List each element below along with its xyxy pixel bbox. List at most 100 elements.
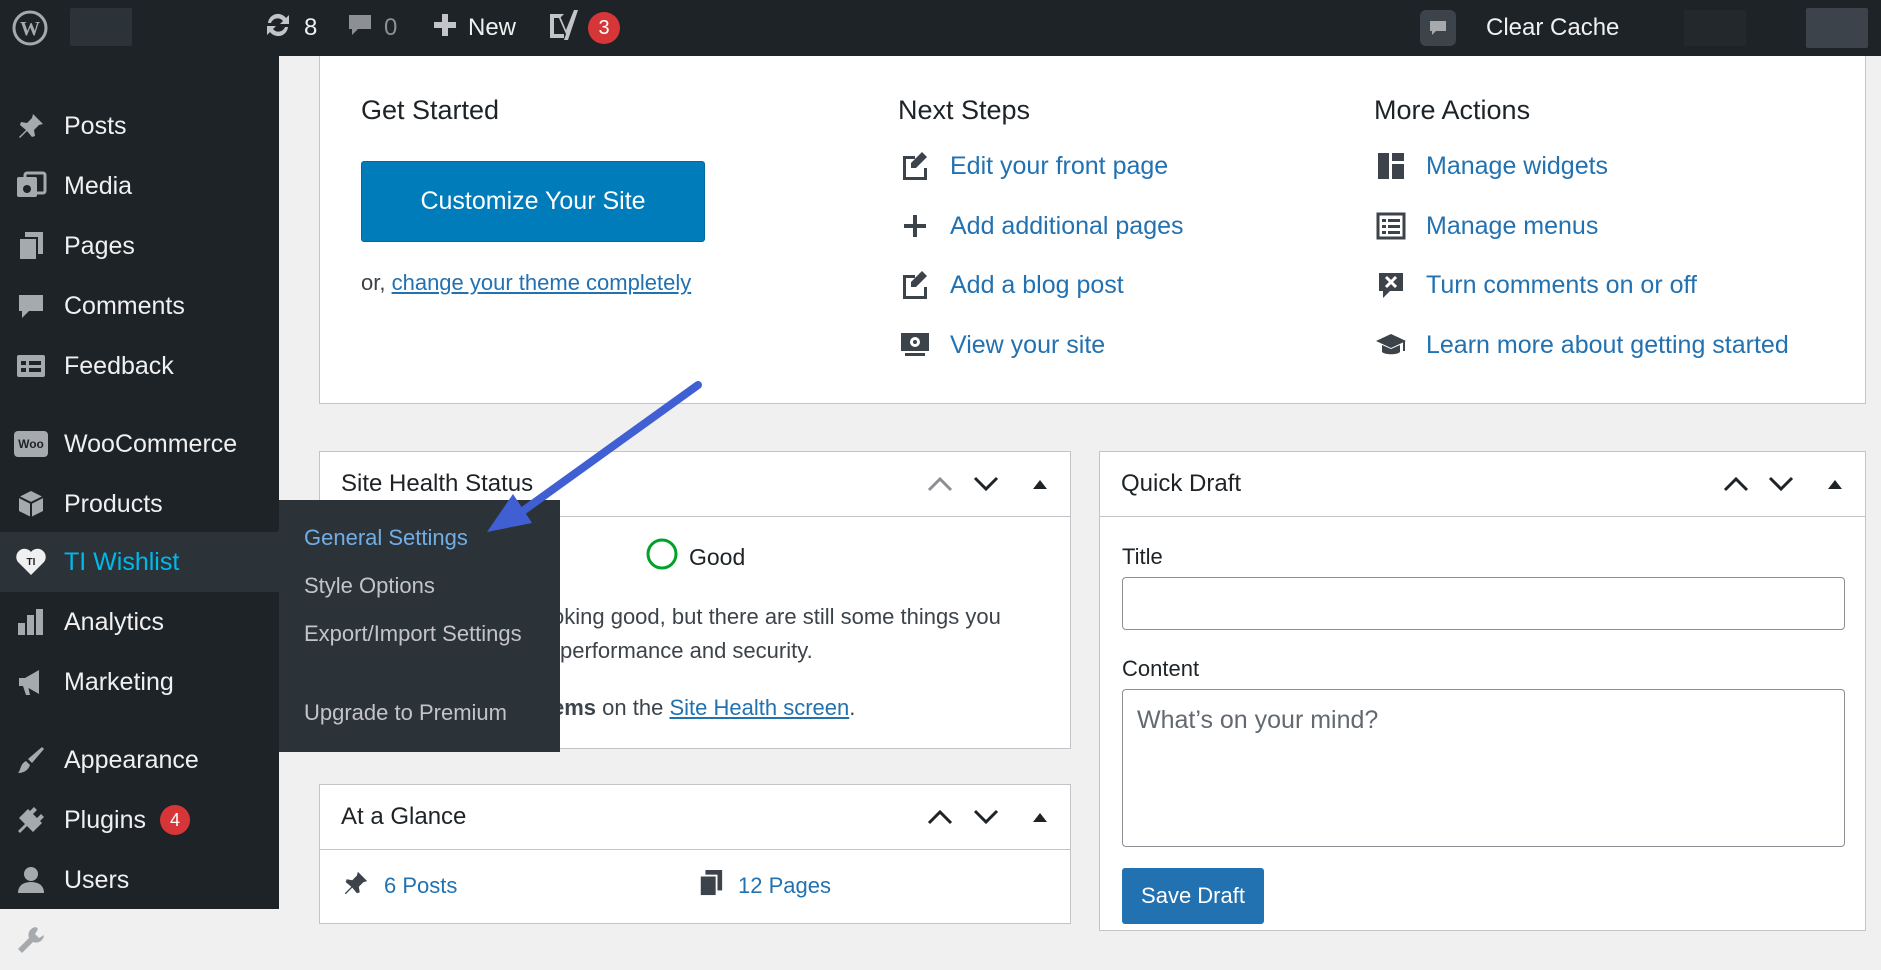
user-icon (14, 863, 48, 897)
admin-bar: W 8 0 New 3 Clear Cache (0, 0, 1881, 56)
move-down-icon[interactable] (970, 801, 1002, 833)
sidebar-item-marketing[interactable]: Marketing (0, 652, 279, 712)
site-health-screen-link[interactable]: Site Health screen (669, 695, 849, 720)
megaphone-icon (14, 665, 48, 699)
submenu-export-import-settings[interactable]: Export/Import Settings (304, 618, 544, 649)
move-up-icon[interactable] (1720, 468, 1752, 500)
sidebar-item-posts[interactable]: Posts (0, 96, 279, 156)
sidebar-item-woocommerce[interactable]: Woo WooCommerce (0, 414, 279, 474)
manage-widgets-link[interactable]: Manage widgets (1374, 149, 1608, 183)
pin-icon (14, 109, 48, 143)
new-content-item[interactable]: New (432, 0, 516, 56)
comments-count: 0 (384, 14, 398, 41)
sidebar-item-appearance[interactable]: Appearance (0, 730, 279, 790)
save-draft-button[interactable]: Save Draft (1122, 868, 1264, 924)
yoast-icon (546, 8, 578, 49)
collapse-toggle-icon[interactable] (1024, 801, 1056, 833)
health-status-label: Good (689, 543, 746, 570)
collapse-toggle-icon[interactable] (1819, 468, 1851, 500)
comments-toggle-link[interactable]: Turn comments on or off (1374, 268, 1697, 302)
quick-draft-title: Quick Draft (1121, 470, 1242, 497)
next-steps-heading: Next Steps (898, 95, 1031, 125)
collapse-toggle-icon[interactable] (1024, 468, 1056, 500)
sidebar-item-analytics[interactable]: Analytics (0, 592, 279, 652)
learn-more-link[interactable]: Learn more about getting started (1374, 328, 1789, 362)
move-up-icon[interactable] (924, 468, 956, 500)
media-icon (14, 169, 48, 203)
more-actions-heading: More Actions (1374, 95, 1531, 125)
quick-draft-widget: Quick Draft Title Content What’s on your… (1099, 451, 1866, 931)
pin-icon (342, 869, 370, 903)
move-up-icon[interactable] (924, 801, 956, 833)
edit-post-icon (898, 268, 932, 302)
submenu-upgrade-to-premium[interactable]: Upgrade to Premium (304, 697, 544, 728)
admin-sidebar: Posts Media Pages Comments Feedback Woo … (0, 56, 279, 954)
wordpress-logo-icon[interactable]: W (12, 0, 48, 56)
sidebar-item-plugins[interactable]: Plugins 4 (0, 790, 279, 850)
comment-icon (14, 289, 48, 323)
title-input[interactable] (1122, 577, 1845, 630)
woo-icon: Woo (14, 431, 48, 457)
box-icon (14, 487, 48, 521)
customize-site-button[interactable]: Customize Your Site (361, 161, 705, 242)
content-textarea[interactable]: What’s on your mind? (1122, 689, 1845, 847)
submenu-general-settings[interactable]: General Settings (304, 522, 544, 553)
sidebar-item-products[interactable]: Products (0, 474, 279, 534)
sidebar-item-users[interactable]: Users (0, 850, 279, 910)
sidebar-item-pages[interactable]: Pages (0, 216, 279, 276)
sidebar-item-ti-wishlist[interactable]: TI TI Wishlist (0, 532, 279, 592)
sidebar-item-feedback[interactable]: Feedback (0, 336, 279, 396)
quick-draft-header: Quick Draft (1100, 452, 1865, 517)
heart-icon: TI (14, 545, 48, 579)
bar-chart-icon (14, 605, 48, 639)
sidebar-item-media[interactable]: Media (0, 156, 279, 216)
comments-item[interactable]: 0 (346, 0, 397, 56)
sidebar-item-comments[interactable]: Comments (0, 276, 279, 336)
at-a-glance-title: At a Glance (341, 803, 467, 830)
manage-menus-link[interactable]: Manage menus (1374, 209, 1598, 243)
plus-icon (898, 209, 932, 243)
feedback-icon (14, 349, 48, 383)
view-site-icon (898, 328, 932, 362)
health-text-line2: performance and security. (560, 638, 813, 663)
get-started-heading: Get Started (361, 95, 500, 125)
account-block[interactable] (1684, 10, 1746, 46)
sidebar-item-tools[interactable]: Tools (0, 910, 279, 970)
pages-count-link[interactable]: 12 Pages (698, 869, 831, 903)
edit-front-page-link[interactable]: Edit your front page (898, 149, 1168, 183)
plus-icon (432, 12, 458, 45)
change-theme-link[interactable]: change your theme completely (392, 270, 692, 295)
move-down-icon[interactable] (1765, 468, 1797, 500)
graduation-cap-icon (1374, 328, 1408, 362)
content-label: Content (1122, 656, 1200, 681)
health-status: Good (645, 537, 745, 577)
avatar[interactable] (1806, 8, 1868, 48)
pages-icon (14, 229, 48, 263)
health-items-line: ems on the Site Health screen. (552, 695, 856, 720)
cache-icon (1420, 10, 1456, 46)
comment-bubble-icon (346, 11, 374, 46)
add-pages-link[interactable]: Add additional pages (898, 209, 1184, 243)
new-label: New (468, 14, 517, 41)
or-text: or, (361, 270, 386, 295)
svg-text:TI: TI (27, 557, 36, 568)
health-text-line1: oking good, but there are still some thi… (552, 604, 1001, 629)
welcome-panel: Get Started Customize Your Site or, chan… (319, 56, 1866, 404)
at-a-glance-widget: At a Glance 6 Posts 12 Pages (319, 784, 1071, 924)
clear-cache-item[interactable]: Clear Cache (1420, 0, 1619, 56)
posts-count-link[interactable]: 6 Posts (342, 869, 457, 903)
move-down-icon[interactable] (970, 468, 1002, 500)
submenu-style-options[interactable]: Style Options (304, 570, 544, 601)
plugins-update-badge: 4 (160, 805, 190, 835)
menus-icon (1374, 209, 1408, 243)
add-blog-post-link[interactable]: Add a blog post (898, 268, 1124, 302)
view-site-link[interactable]: View your site (898, 328, 1105, 362)
updates-item[interactable]: 8 (262, 0, 317, 56)
widgets-icon (1374, 149, 1408, 183)
change-theme-line: or, change your theme completely (361, 270, 691, 296)
updates-count: 8 (304, 14, 318, 41)
site-name-block[interactable] (70, 8, 132, 46)
title-label: Title (1122, 544, 1163, 569)
paintbrush-icon (14, 743, 48, 777)
yoast-item[interactable]: 3 (546, 0, 620, 56)
